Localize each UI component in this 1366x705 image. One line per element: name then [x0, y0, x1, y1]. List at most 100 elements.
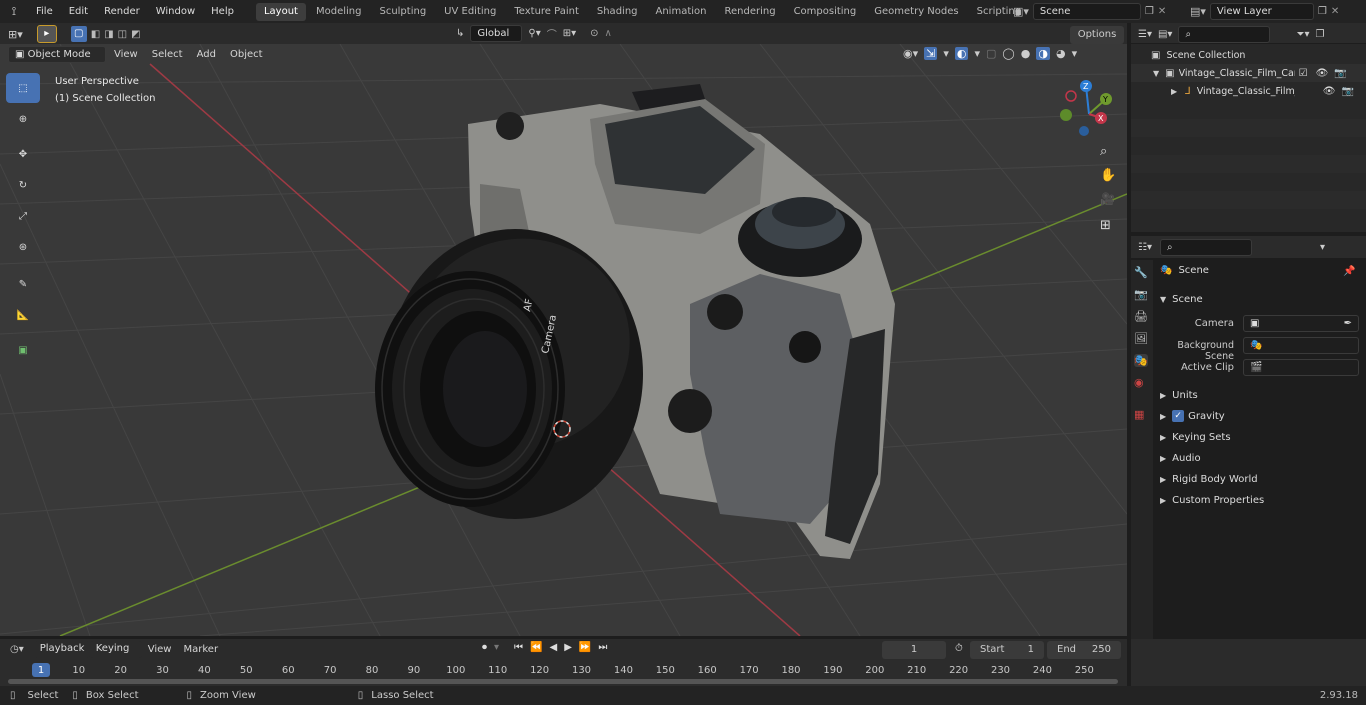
menu-file[interactable]: File [28, 0, 61, 23]
menu-edit[interactable]: Edit [61, 0, 96, 23]
tool-select-box[interactable]: ⬚ [6, 73, 40, 103]
output-tab-icon[interactable]: 🖨 [1134, 310, 1148, 323]
scene-tab-icon[interactable]: 🎭 [1134, 354, 1148, 367]
selection-mode-invert-icon[interactable]: ◫ [118, 29, 127, 40]
camera-view-icon[interactable]: 🎥 [1100, 192, 1115, 206]
delete-scene-icon[interactable]: ✕ [1158, 6, 1166, 17]
tool-annotate[interactable]: ✎ [6, 269, 40, 299]
tool-rotate[interactable]: ↻ [6, 170, 40, 200]
eyedropper-icon[interactable]: ✒ [1344, 316, 1352, 331]
tab-texture-paint[interactable]: Texture Paint [506, 3, 587, 21]
selection-mode-intersect-icon[interactable]: ◩ [131, 29, 140, 40]
overlay-dropdown-icon[interactable]: ▾ [974, 47, 980, 60]
selection-mode-extend-icon[interactable]: ◧ [91, 29, 100, 40]
navigation-gizmo[interactable]: Z Y X [1054, 78, 1124, 148]
menu-keying[interactable]: Keying [89, 641, 142, 658]
menu-playback[interactable]: Playback [33, 641, 90, 658]
tab-compositing[interactable]: Compositing [786, 3, 865, 21]
selection-mode-subtract-icon[interactable]: ◨ [104, 29, 113, 40]
new-collection-icon[interactable]: ❐ [1315, 29, 1324, 40]
snap-icon[interactable]: ⌒ [547, 26, 557, 41]
panel-audio[interactable]: ▶ Audio [1156, 449, 1362, 467]
tool-transform[interactable]: ⊛ [6, 232, 40, 262]
3d-viewport[interactable]: Camera AF User Perspective (1) Scene Col… [0, 44, 1127, 636]
panel-rigid-body-world[interactable]: ▶ Rigid Body World [1156, 470, 1362, 488]
ortho-toggle-icon[interactable]: ⊞ [1100, 218, 1111, 233]
menu-render[interactable]: Render [96, 0, 148, 23]
pin-icon[interactable]: 📌 [1343, 266, 1355, 277]
tab-shading[interactable]: Shading [589, 3, 646, 21]
properties-search-input[interactable]: ⌕ [1159, 239, 1252, 256]
tab-rendering[interactable]: Rendering [716, 3, 783, 21]
filter-icon[interactable]: ⏷▾ [1296, 29, 1309, 40]
menu-object[interactable]: Object [224, 46, 269, 63]
xray-icon[interactable]: ▢ [986, 47, 996, 60]
outliner-search-input[interactable]: ⌕ [1178, 26, 1271, 43]
tool-add-cube[interactable]: ▣ [6, 335, 40, 365]
outliner-row[interactable]: ▣ Scene Collection [1131, 46, 1366, 64]
expand-arrow-icon[interactable]: ▼ [1153, 69, 1159, 78]
rendered-shading-icon[interactable]: ◕ [1056, 47, 1066, 60]
scene-field[interactable]: Scene [1032, 3, 1141, 20]
panel-gravity[interactable]: ▶ ✓ Gravity [1156, 407, 1362, 425]
menu-select[interactable]: Select [146, 46, 189, 63]
tool-tab-icon[interactable]: 🔧 [1134, 266, 1148, 279]
play-icon[interactable]: ▶ [564, 642, 572, 653]
timeline-ruler[interactable]: 1 10 20 30 40 50 60 70 80 90 100 110 120 130 140 150 160… [0, 660, 1127, 686]
jump-keyframe-back-icon[interactable]: ⏪ [530, 642, 542, 653]
view-layer-icon[interactable]: ▤▾ [1190, 5, 1206, 18]
blender-logo-icon[interactable]: ⟟ [0, 4, 28, 19]
wireframe-shading-icon[interactable]: ◯ [1002, 47, 1014, 60]
active-clip-field[interactable]: 🎬 [1243, 359, 1359, 376]
end-frame-field[interactable]: End 250 [1047, 641, 1121, 659]
material-shading-icon[interactable]: ◑ [1036, 47, 1050, 60]
object-mode-dropdown[interactable]: ▣ Object Mode [8, 46, 106, 63]
menu-view[interactable]: View [108, 46, 144, 63]
camera-model[interactable]: Camera AF [0, 44, 1127, 636]
texture-tab-icon[interactable]: ▦ [1134, 408, 1148, 421]
view-layer-field[interactable]: View Layer [1209, 3, 1314, 20]
tab-layout[interactable]: Layout [255, 2, 306, 21]
select-tool-icon[interactable]: ▸ [36, 25, 57, 43]
camera-field[interactable]: ▣ ✒ [1243, 315, 1359, 332]
render-camera-icon[interactable]: 📷 [1334, 68, 1346, 79]
outliner-row[interactable]: ▼ ▣ Vintage_Classic_Film_Camera ☑ 👁 📷 [1131, 64, 1366, 82]
record-keyframe-icon[interactable]: ⏺ [482, 642, 487, 653]
timeline-editor-icon[interactable]: ◷▾ [10, 644, 24, 655]
tab-sculpting[interactable]: Sculpting [371, 3, 434, 21]
background-scene-field[interactable]: 🎭 [1243, 337, 1359, 354]
display-mode-icon[interactable]: ▤▾ [1158, 29, 1172, 40]
orientation-dropdown[interactable]: Global [470, 25, 523, 42]
zoom-icon[interactable]: ⌕ [1100, 144, 1107, 159]
jump-end-icon[interactable]: ⏭ [598, 642, 607, 653]
selection-mode-new-icon[interactable]: ▢ [70, 26, 87, 42]
menu-marker[interactable]: Marker [177, 641, 224, 658]
gizmo-dropdown-icon[interactable]: ▾ [943, 47, 949, 60]
panel-keying-sets[interactable]: ▶ Keying Sets [1156, 428, 1362, 446]
expand-arrow-icon[interactable]: ▶ [1171, 87, 1177, 96]
start-frame-field[interactable]: Start 1 [970, 641, 1044, 659]
panel-units[interactable]: ▶ Units [1156, 386, 1362, 404]
new-scene-icon[interactable]: ❐ [1145, 6, 1154, 17]
keying-dropdown-icon[interactable]: ▾ [494, 642, 499, 653]
new-view-layer-icon[interactable]: ❐ [1318, 6, 1327, 17]
pan-hand-icon[interactable]: ✋ [1100, 168, 1116, 183]
menu-timeline-view[interactable]: View [142, 641, 178, 658]
play-reverse-icon[interactable]: ◀ [549, 642, 557, 653]
menu-add[interactable]: Add [191, 46, 222, 63]
view-layer-tab-icon[interactable]: 🖼 [1134, 332, 1148, 345]
current-frame-field[interactable]: 1 [882, 641, 946, 659]
snap-target-icon[interactable]: ⊞▾ [563, 28, 576, 39]
tab-animation[interactable]: Animation [648, 3, 715, 21]
tab-uv-editing[interactable]: UV Editing [436, 3, 504, 21]
falloff-icon[interactable]: ∧ [605, 28, 612, 39]
timeline-scrollbar[interactable] [8, 679, 1118, 684]
tab-modeling[interactable]: Modeling [308, 3, 370, 21]
delete-view-layer-icon[interactable]: ✕ [1331, 6, 1339, 17]
solid-shading-icon[interactable]: ● [1021, 47, 1031, 60]
tool-scale[interactable]: ⤢ [6, 201, 40, 231]
properties-editor-icon[interactable]: ☷▾ [1138, 242, 1152, 253]
overlay-toggle-icon[interactable]: ◐ [954, 47, 969, 60]
tab-geometry-nodes[interactable]: Geometry Nodes [866, 3, 966, 21]
transform-orientation-icon[interactable]: ↳ [456, 28, 464, 39]
